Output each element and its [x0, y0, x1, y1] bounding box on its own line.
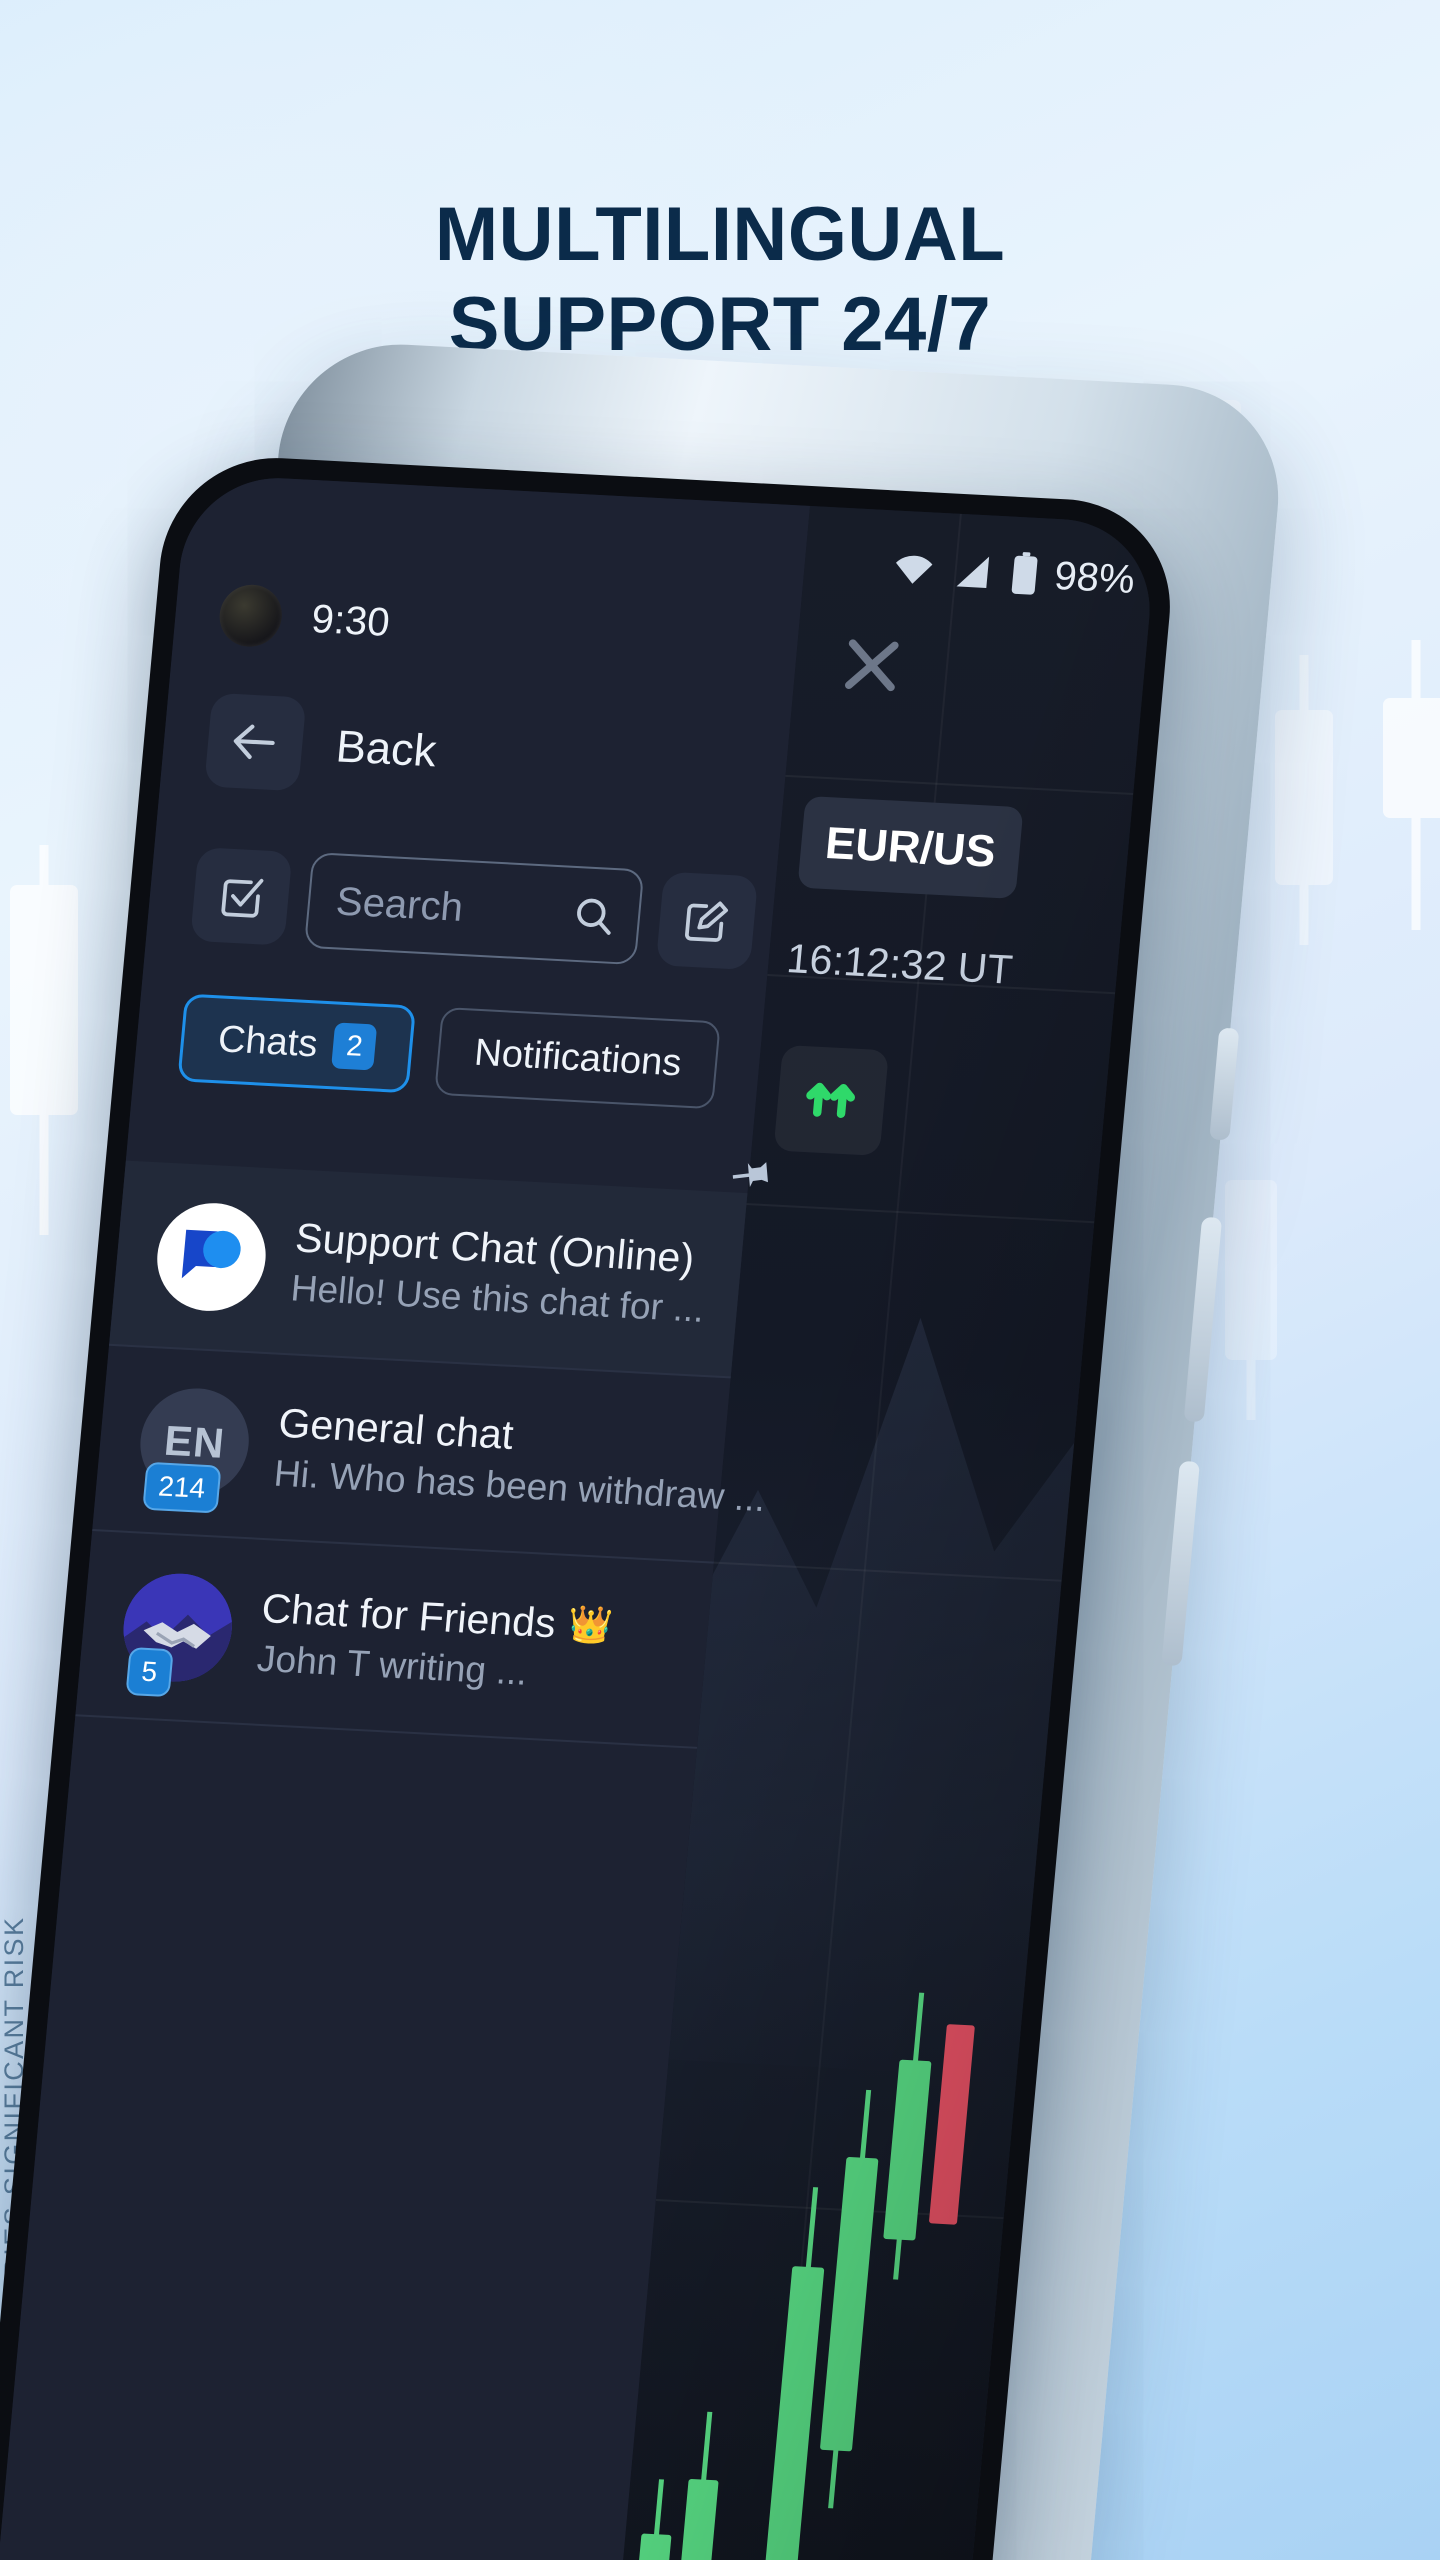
chat-title-label: General chat	[276, 1399, 516, 1458]
phone-mockup: EUR/US 16:12:32 UT 98% 9:30 Back Search …	[0, 338, 1290, 2560]
cellular-signal-icon	[956, 556, 990, 588]
tab-chats-badge: 2	[331, 1022, 378, 1071]
wifi-icon	[895, 555, 933, 584]
page-title: MULTILINGUAL SUPPORT 24/7	[0, 190, 1440, 369]
search-placeholder: Search	[334, 878, 465, 930]
select-chats-button[interactable]	[190, 847, 293, 946]
chat-tabs: Chats 2 Notifications	[177, 993, 722, 1110]
list-item[interactable]: 5 Chat for Friends 👑 John T writing ...	[75, 1530, 714, 1749]
headline-line-2: SUPPORT 24/7	[448, 281, 992, 367]
avatar: EN 214	[135, 1385, 254, 1514]
clock-label: 9:30	[309, 596, 392, 645]
phone-screen: EUR/US 16:12:32 UT 98% 9:30 Back Search …	[0, 473, 1158, 2560]
crown-icon: 👑	[565, 1603, 615, 1647]
avatar	[152, 1200, 271, 1314]
headline-line-1: MULTILINGUAL	[434, 192, 1006, 277]
tab-chats[interactable]: Chats 2	[177, 993, 417, 1094]
battery-icon	[1011, 552, 1038, 595]
compose-pencil-icon	[685, 901, 729, 942]
unread-badge: 5	[125, 1647, 174, 1698]
decorative-candle	[10, 845, 78, 1235]
double-up-arrow-icon[interactable]	[773, 1044, 889, 1156]
phone-volume-down-button[interactable]	[1161, 1460, 1200, 1667]
compose-button[interactable]	[655, 871, 759, 971]
battery-percent-label: 98%	[1052, 553, 1137, 602]
avatar-initials: EN	[162, 1416, 227, 1467]
decorative-candle	[1383, 640, 1440, 930]
checkbox-check-icon	[221, 878, 264, 918]
avatar: 5	[118, 1570, 237, 1698]
screen-header: Back	[204, 692, 440, 799]
support-logo-icon	[152, 1200, 271, 1314]
unread-badge: 214	[142, 1461, 222, 1514]
tab-notifications-label: Notifications	[472, 1031, 684, 1084]
chat-text: Support Chat (Online) Hello! Use this ch…	[289, 1214, 713, 1330]
decorative-candle	[1225, 1180, 1277, 1420]
chat-text: General chat Hi. Who has been withdraw .…	[272, 1399, 767, 1518]
close-icon[interactable]	[832, 628, 911, 708]
back-label[interactable]: Back	[334, 720, 439, 777]
tab-chats-label: Chats	[216, 1017, 320, 1065]
clock-row: 9:30	[216, 583, 392, 654]
phone-volume-up-button[interactable]	[1183, 1216, 1223, 1423]
arrow-left-icon	[233, 724, 275, 759]
phone-power-button[interactable]	[1209, 1027, 1240, 1141]
back-button[interactable]	[204, 692, 307, 792]
asset-pair-label[interactable]: EUR/US	[797, 795, 1024, 899]
tab-notifications[interactable]: Notifications	[434, 1007, 722, 1110]
chat-title-label: Chat for Friends	[259, 1584, 558, 1646]
list-item[interactable]: Support Chat (Online) Hello! Use this ch…	[108, 1160, 748, 1379]
list-item[interactable]: EN 214 General chat Hi. Who has been wit…	[92, 1345, 767, 1564]
search-icon[interactable]	[568, 891, 618, 939]
chat-list: Support Chat (Online) Hello! Use this ch…	[75, 1160, 767, 1749]
candlestick-chart	[607, 1980, 1024, 2560]
promo-screenshot: MULTILINGUAL SUPPORT 24/7 TRADING CARRIE…	[0, 0, 1440, 2560]
chat-text: Chat for Friends 👑 John T writing ...	[255, 1585, 679, 1701]
search-input[interactable]: Search	[303, 852, 645, 966]
front-camera-cutout	[216, 583, 285, 649]
search-toolbar: Search	[190, 846, 759, 971]
phone-frame: EUR/US 16:12:32 UT 98% 9:30 Back Search …	[0, 452, 1180, 2560]
decorative-candle	[1275, 655, 1333, 945]
candle	[623, 2479, 677, 2560]
